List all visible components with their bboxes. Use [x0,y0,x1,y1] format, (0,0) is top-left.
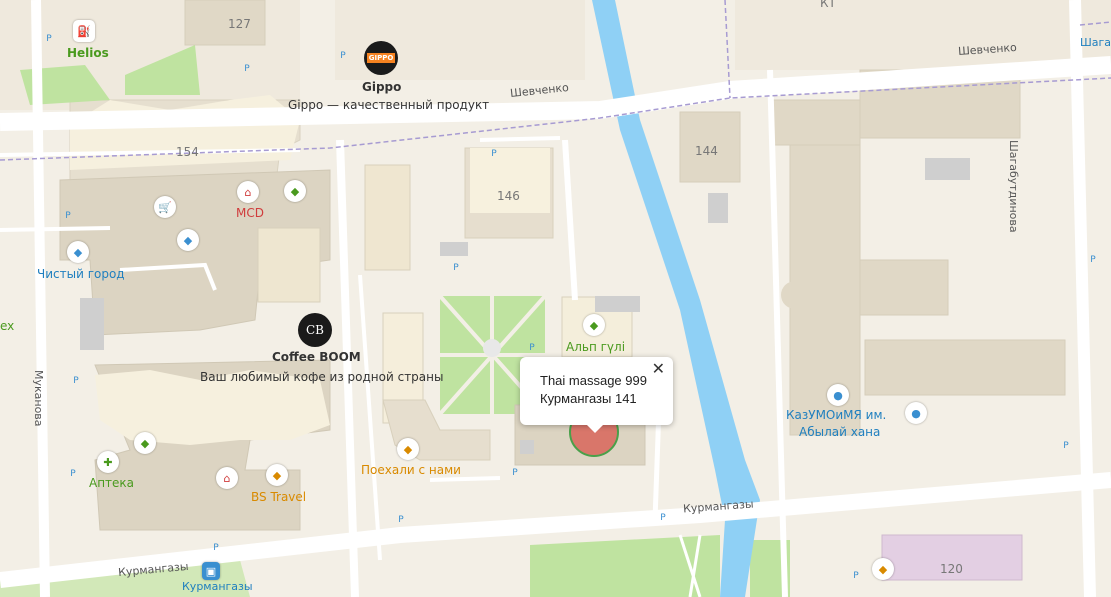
parking-icon: P [660,513,666,523]
parking-icon: P [398,515,404,525]
place-popup: Thai massage 999 Курмангазы 141 ✕ [520,357,673,433]
building-146-label: 146 [497,189,520,203]
diamond-green-icon-alp[interactable]: ◆ [583,314,605,336]
parking-icon: P [73,376,79,386]
poi-gippo-label[interactable]: Gippo [362,80,401,94]
gippo-logo-icon[interactable]: GIPPO [364,41,398,75]
parking-icon: P [491,149,497,159]
diamond-orange-icon-travel[interactable]: ◆ [266,464,288,486]
popup-address: Курмангазы 141 [540,391,637,406]
poi-helios-label[interactable]: Helios [67,46,109,60]
parking-icon: P [65,211,71,221]
fuel-station-icon[interactable]: ⛽ [73,20,95,42]
hospital-icon[interactable]: ⌂ [216,467,238,489]
building-144-label: 144 [695,144,718,158]
popup-close-icon[interactable]: ✕ [652,359,665,378]
parking-icon: P [512,468,518,478]
coffee-boom-logo-icon[interactable]: CB [298,313,332,347]
parking-icon: P [46,34,52,44]
university-icon-2[interactable]: ● [905,402,927,424]
poi-mcd-label[interactable]: MCD [236,206,264,220]
diamond-blue-icon-2[interactable]: ◆ [177,229,199,251]
poi-ex-label: ex [0,319,15,333]
street-mukanova-label: Муканова [32,370,45,427]
building-kt-label: КТ [820,0,836,10]
coffee-boom-logo-text: CB [306,323,324,337]
parking-icon: P [1090,255,1096,265]
cafe-icon[interactable]: ⌂ [237,181,259,203]
street-shagab-short-label: Шагаб [1080,36,1111,49]
street-shagabutdinova-label: Шагабутдинова [1007,140,1020,233]
bus-stop-icon[interactable]: ▣ [202,562,220,580]
poi-coffee-boom-slogan: Ваш любимый кофе из родной страны [200,370,444,384]
popup-tail [586,424,604,433]
parking-icon: P [1063,441,1069,451]
diamond-orange-icon-120[interactable]: ◆ [872,558,894,580]
poi-ablai-khana-label[interactable]: Абылай хана [799,425,880,439]
parking-icon: P [529,343,535,353]
diamond-green-icon[interactable]: ◆ [284,180,306,202]
building-120-label: 120 [940,562,963,576]
parking-icon: P [453,263,459,273]
pharmacy-cross-icon[interactable]: ✚ [97,451,119,473]
parking-icon: P [213,543,219,553]
popup-title: Thai massage 999 [540,373,647,388]
parking-icon: P [244,64,250,74]
diamond-blue-icon-1[interactable]: ◆ [67,241,89,263]
poi-gippo-slogan: Gippo — качественный продукт [288,98,490,112]
building-154-label: 154 [176,145,199,159]
gippo-logo-text: GIPPO [366,53,396,63]
poi-coffee-boom-label[interactable]: Coffee BOOM [272,350,361,364]
poi-kazumoima-label[interactable]: КазУМОиМЯ им. [786,408,886,422]
parking-icon: P [853,571,859,581]
diamond-orange-icon-poekhali[interactable]: ◆ [397,438,419,460]
building-127-label: 127 [228,17,251,31]
shop-cart-icon[interactable]: 🛒 [154,196,176,218]
poi-chisty-gorod-label[interactable]: Чистый город [37,267,125,281]
parking-icon: P [340,51,346,61]
parking-icon: P [70,469,76,479]
poi-alp-guli-label[interactable]: Альп гүлі [566,340,625,354]
poi-bs-travel-label[interactable]: BS Travel [251,490,306,504]
diamond-green-icon-2[interactable]: ◆ [134,432,156,454]
poi-poekhali-label[interactable]: Поехали с нами [361,463,461,477]
university-icon-1[interactable]: ● [827,384,849,406]
poi-apteka-label[interactable]: Аптека [89,476,134,490]
poi-bus-stop-label[interactable]: Курмангазы [182,580,253,593]
